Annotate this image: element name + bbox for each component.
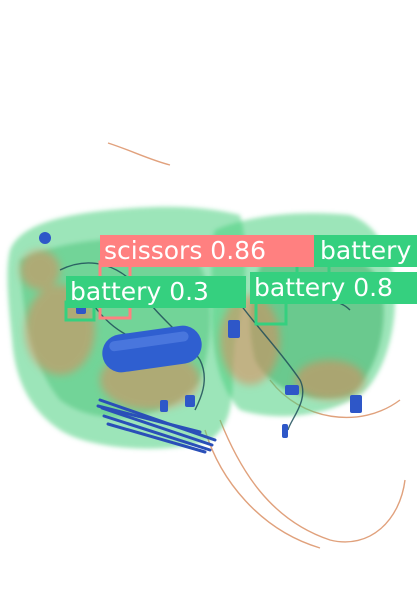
battery-label-2: battery 0.3 <box>66 276 246 308</box>
battery-label-1: battery <box>314 235 417 267</box>
battery-label-3: battery 0.8 <box>250 272 417 304</box>
scissors-label: scissors 0.86 <box>100 235 314 267</box>
